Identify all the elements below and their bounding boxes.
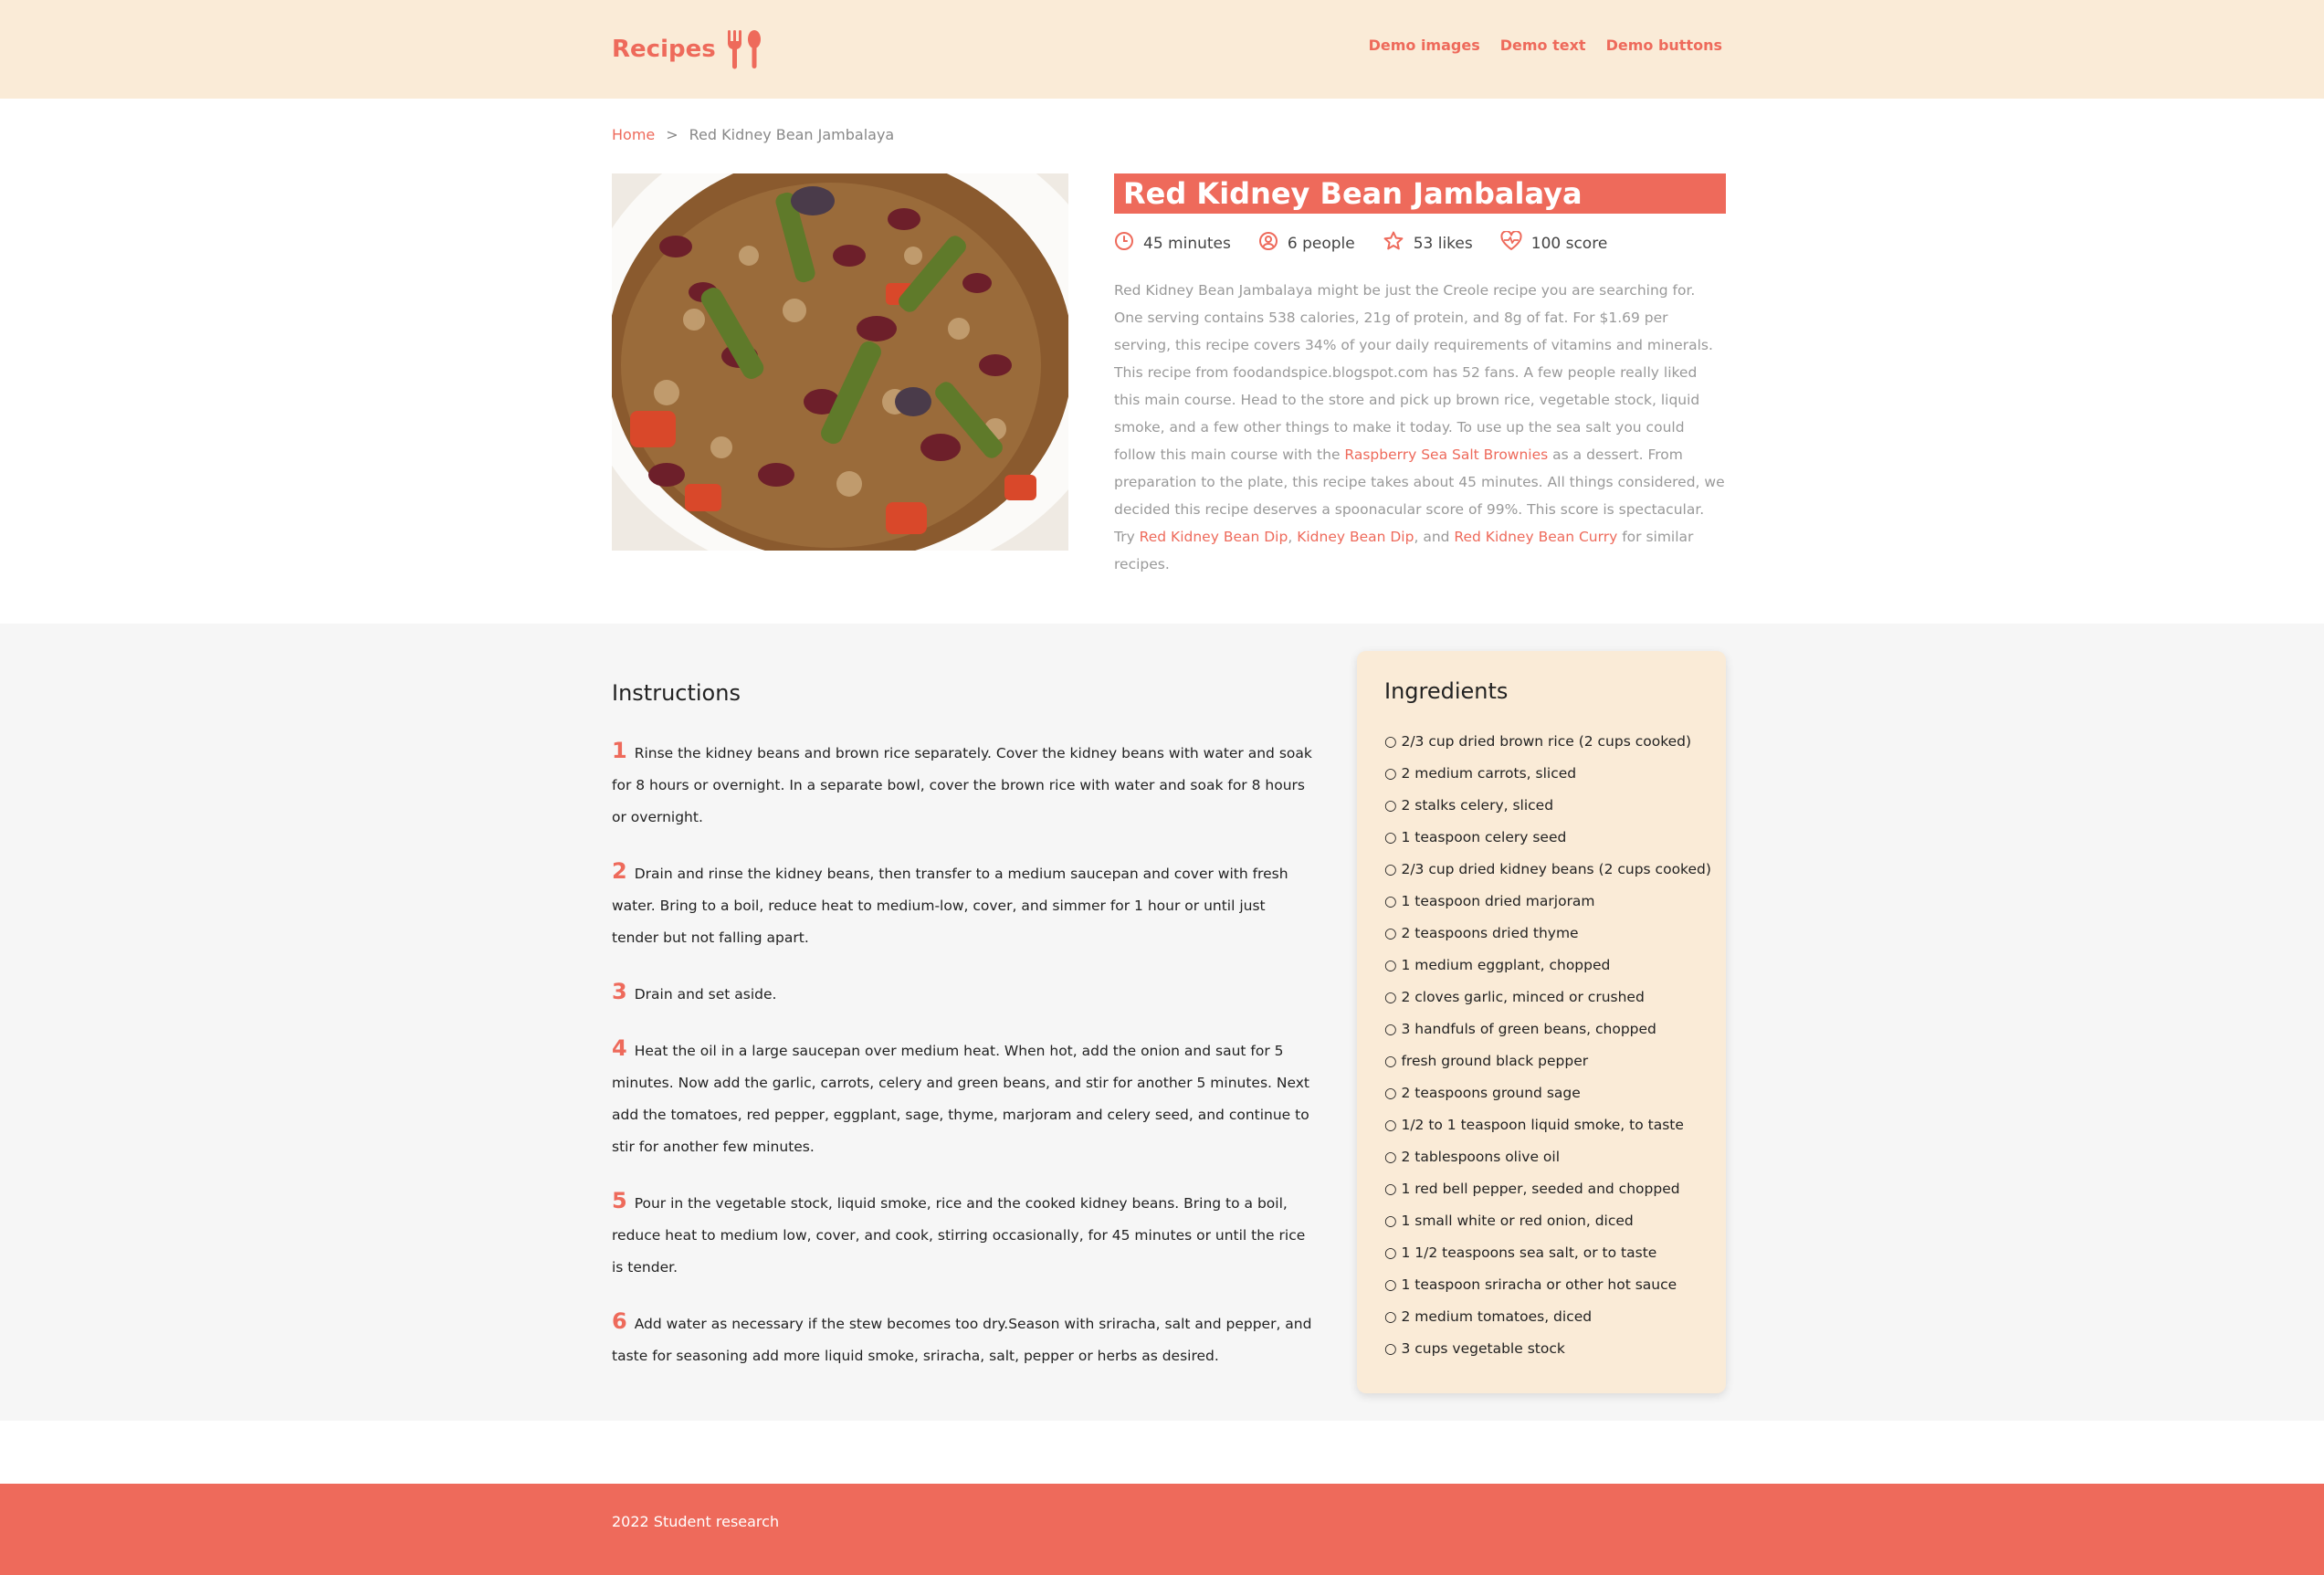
ingredient-item: ○ fresh ground black pepper	[1384, 1053, 1589, 1069]
brand-text: Recipes	[612, 36, 716, 63]
instruction-step: 2 Drain and rinse the kidney beans, then …	[612, 856, 1315, 954]
step-number: 1	[612, 738, 627, 763]
step-number: 6	[612, 1308, 627, 1334]
recipe-title: Red Kidney Bean Jambalaya	[1123, 176, 1583, 211]
recipe-title-bar: Red Kidney Bean Jambalaya	[1114, 173, 1726, 214]
link-red-kidney-bean-curry[interactable]: Red Kidney Bean Curry	[1454, 529, 1617, 545]
ingredient-item: ○ 1 small white or red onion, diced	[1384, 1213, 1634, 1229]
star-icon	[1383, 230, 1404, 257]
meta-likes: 53 likes	[1383, 230, 1473, 257]
step-text: Add water as necessary if the stew becom…	[612, 1316, 1312, 1364]
recipe-meta: 45 minutes 6 people 53 likes 100 score	[1114, 230, 1607, 257]
step-number: 2	[612, 858, 627, 884]
ingredient-item: ○ 1 teaspoon dried marjoram	[1384, 893, 1595, 909]
nav-demo-text[interactable]: Demo text	[1500, 37, 1586, 54]
step-text: Heat the oil in a large saucepan over me…	[612, 1043, 1309, 1155]
ingredient-item: ○ 1 teaspoon celery seed	[1384, 829, 1567, 845]
meta-likes-text: 53 likes	[1413, 234, 1473, 253]
instruction-step: 1 Rinse the kidney beans and brown rice s…	[612, 735, 1315, 834]
ingredient-item: ○ 2/3 cup dried kidney beans (2 cups coo…	[1384, 861, 1711, 877]
step-number: 4	[612, 1035, 627, 1061]
ingredient-item: ○ 1/2 to 1 teaspoon liquid smoke, to tas…	[1384, 1117, 1684, 1133]
ingredient-item: ○ 2 cloves garlic, minced or crushed	[1384, 989, 1645, 1005]
ingredient-item: ○ 2 medium carrots, sliced	[1384, 765, 1577, 782]
instruction-step: 4 Heat the oil in a large saucepan over m…	[612, 1033, 1315, 1163]
step-text: Rinse the kidney beans and brown rice se…	[612, 745, 1312, 825]
nav-demo-images[interactable]: Demo images	[1369, 37, 1480, 54]
ingredient-item: ○ 1 medium eggplant, chopped	[1384, 957, 1611, 973]
summary-sep-2: , and	[1414, 529, 1455, 545]
ingredient-item: ○ 1 red bell pepper, seeded and chopped	[1384, 1181, 1680, 1197]
step-text: Pour in the vegetable stock, liquid smok…	[612, 1195, 1306, 1276]
step-text: Drain and rinse the kidney beans, then t…	[612, 866, 1288, 946]
clock-icon	[1114, 231, 1134, 256]
footer-text: 2022 Student research	[612, 1513, 780, 1530]
ingredient-item: ○ 2 teaspoons ground sage	[1384, 1085, 1581, 1101]
link-raspberry-sea-salt-brownies[interactable]: Raspberry Sea Salt Brownies	[1344, 446, 1548, 463]
ingredient-item: ○ 3 handfuls of green beans, chopped	[1384, 1021, 1656, 1037]
meta-time: 45 minutes	[1114, 230, 1231, 257]
instruction-step: 5 Pour in the vegetable stock, liquid smo…	[612, 1185, 1315, 1284]
breadcrumb-separator: >	[666, 126, 678, 143]
breadcrumb-home[interactable]: Home	[612, 126, 655, 143]
step-number: 5	[612, 1188, 627, 1213]
meta-servings: 6 people	[1258, 230, 1355, 257]
instruction-step: 6 Add water as necessary if the stew beco…	[612, 1306, 1315, 1372]
breadcrumb-current: Red Kidney Bean Jambalaya	[689, 126, 895, 143]
breadcrumb: Home > Red Kidney Bean Jambalaya	[612, 126, 894, 143]
link-kidney-bean-dip[interactable]: Kidney Bean Dip	[1297, 529, 1414, 545]
fork-spoon-icon	[725, 28, 763, 70]
site-footer: 2022 Student research	[0, 1484, 2324, 1575]
meta-servings-text: 6 people	[1287, 234, 1355, 253]
link-red-kidney-bean-dip[interactable]: Red Kidney Bean Dip	[1140, 529, 1288, 545]
ingredient-item: ○ 2 medium tomatoes, diced	[1384, 1308, 1593, 1325]
instructions-heading: Instructions	[612, 680, 741, 706]
ingredient-item: ○ 2/3 cup dried brown rice (2 cups cooke…	[1384, 733, 1692, 750]
ingredients-heading: Ingredients	[1384, 678, 1509, 704]
heart-pulse-icon	[1500, 230, 1522, 256]
instructions-panel: Instructions 1 Rinse the kidney beans and…	[612, 680, 1315, 1394]
step-number: 3	[612, 979, 627, 1004]
top-nav: Demo images Demo text Demo buttons	[1369, 37, 1722, 54]
meta-score: 100 score	[1500, 230, 1608, 257]
ingredient-item: ○ 3 cups vegetable stock	[1384, 1340, 1565, 1357]
ingredient-item: ○ 2 tablespoons olive oil	[1384, 1149, 1561, 1165]
person-icon	[1258, 231, 1278, 256]
summary-sep-1: ,	[1288, 529, 1298, 545]
step-text: Drain and set aside.	[634, 986, 777, 1003]
brand-logo[interactable]: Recipes	[612, 26, 763, 73]
meta-time-text: 45 minutes	[1143, 234, 1231, 253]
ingredient-item: ○ 2 stalks celery, sliced	[1384, 797, 1554, 814]
instruction-step: 3 Drain and set aside.	[612, 976, 1315, 1011]
ingredient-item: ○ 1 1/2 teaspoons sea salt, or to taste	[1384, 1244, 1657, 1261]
ingredient-item: ○ 1 teaspoon sriracha or other hot sauce	[1384, 1276, 1677, 1293]
summary-text-1: Red Kidney Bean Jambalaya might be just …	[1114, 282, 1713, 463]
ingredients-card: Ingredients ○ 2/3 cup dried brown rice (…	[1357, 651, 1726, 1393]
site-header: Recipes Demo images Demo text Demo butto…	[0, 0, 2324, 99]
recipe-summary: Red Kidney Bean Jambalaya might be just …	[1114, 277, 1726, 578]
ingredient-item: ○ 2 teaspoons dried thyme	[1384, 925, 1579, 941]
meta-score-text: 100 score	[1530, 234, 1608, 253]
nav-demo-buttons[interactable]: Demo buttons	[1606, 37, 1722, 54]
recipe-image	[612, 173, 1068, 551]
